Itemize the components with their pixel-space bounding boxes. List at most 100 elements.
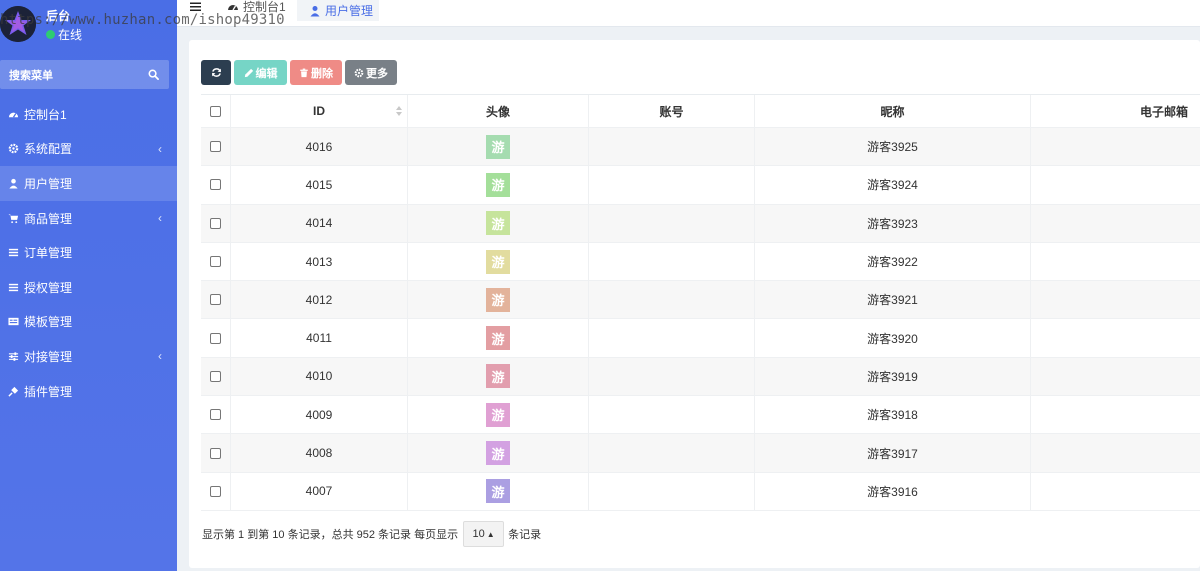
row-select-cell bbox=[201, 204, 231, 242]
sort-icon[interactable] bbox=[395, 105, 403, 117]
table-row[interactable]: 4012 游 游客3921 bbox=[201, 281, 1200, 320]
search-icon[interactable] bbox=[148, 69, 159, 80]
plug-icon bbox=[7, 385, 19, 397]
row-checkbox[interactable] bbox=[210, 332, 221, 344]
refresh-icon bbox=[211, 68, 221, 77]
table-row[interactable]: 4008 游 游客3917 bbox=[201, 434, 1200, 473]
cell-account bbox=[589, 396, 755, 434]
cell-nickname: 游客3920 bbox=[755, 319, 1031, 357]
avatar: 游 bbox=[486, 249, 510, 274]
chevron-left-icon: ‹ bbox=[158, 349, 162, 364]
row-checkbox[interactable] bbox=[210, 141, 221, 153]
sidebar-item-label: 订单管理 bbox=[24, 246, 73, 261]
select-all-checkbox[interactable] bbox=[210, 105, 221, 117]
chevron-left-icon: ‹ bbox=[158, 141, 162, 156]
cell-email bbox=[1031, 396, 1200, 433]
table-row[interactable]: 4010 游 游客3919 bbox=[201, 357, 1200, 397]
sidebar-item-templates[interactable]: 模板管理 bbox=[0, 305, 177, 340]
row-checkbox[interactable] bbox=[210, 179, 221, 191]
row-checkbox[interactable] bbox=[210, 370, 221, 382]
avatar: 游 bbox=[486, 172, 510, 197]
chevron-left-icon: ‹ bbox=[158, 211, 162, 226]
sidebar-item-plugins[interactable]: 插件管理 bbox=[0, 374, 177, 409]
select-all-cell bbox=[201, 95, 231, 127]
sidebar-item-system-config[interactable]: 系统配置 ‹ bbox=[0, 132, 177, 167]
cell-id: 4012 bbox=[231, 281, 408, 319]
column-header-account: 账号 bbox=[589, 95, 755, 127]
cell-nickname: 游客3917 bbox=[755, 434, 1031, 472]
sidebar-item-products[interactable]: 商品管理 ‹ bbox=[0, 201, 177, 236]
tab-label: 用户管理 bbox=[325, 4, 374, 18]
row-checkbox[interactable] bbox=[210, 485, 221, 497]
sidebar-item-authorization[interactable]: 授权管理 bbox=[0, 270, 177, 305]
cell-nickname: 游客3922 bbox=[755, 242, 1031, 281]
row-checkbox[interactable] bbox=[210, 447, 221, 459]
gear-icon bbox=[7, 143, 19, 155]
row-select-cell bbox=[201, 357, 231, 396]
sidebar-item-user-management[interactable]: 用户管理 bbox=[0, 166, 177, 201]
online-dot-icon bbox=[46, 30, 55, 39]
more-button[interactable]: 更多 bbox=[345, 60, 397, 85]
user-table: ID 头像 账号 昵称 电子邮箱 4016 游游客3925 4015 游游客3924 4… bbox=[201, 94, 1200, 511]
sidebar-item-dashboard[interactable]: 控制台1 bbox=[0, 97, 177, 132]
pencil-icon bbox=[244, 68, 253, 77]
cell-nickname: 游客3923 bbox=[755, 204, 1031, 242]
avatar: 游 bbox=[486, 479, 510, 504]
sidebar-item-label: 插件管理 bbox=[24, 384, 73, 399]
column-header-nickname: 昵称 bbox=[755, 95, 1031, 127]
column-header-id[interactable]: ID bbox=[231, 95, 408, 127]
table-row[interactable]: 4014 游 游客3923 bbox=[201, 204, 1200, 243]
avatar: 游 bbox=[486, 441, 510, 466]
avatar: 游 bbox=[486, 287, 510, 312]
sidebar-item-label: 模板管理 bbox=[24, 315, 73, 330]
cell-email bbox=[1031, 319, 1200, 356]
table-header-row: ID 头像 账号 昵称 电子邮箱 bbox=[201, 95, 1200, 128]
edit-button[interactable]: 编辑 bbox=[234, 60, 287, 85]
cell-nickname: 游客3921 bbox=[755, 281, 1031, 319]
table-row[interactable]: 4011 游 游客3920 bbox=[201, 319, 1200, 358]
refresh-button[interactable] bbox=[201, 60, 231, 85]
table-row[interactable]: 4007 游 游客3916 bbox=[201, 472, 1200, 511]
sidebar-search[interactable]: 搜索菜单 bbox=[0, 60, 169, 89]
cell-email bbox=[1031, 205, 1200, 242]
cell-email bbox=[1031, 166, 1200, 203]
cell-id: 4011 bbox=[231, 319, 408, 357]
cell-id: 4014 bbox=[231, 204, 408, 242]
page-size-select[interactable]: 10 ▲ bbox=[463, 521, 505, 547]
pagination-suffix: 条记录 bbox=[508, 529, 542, 541]
sidebar-search-label: 搜索菜单 bbox=[9, 69, 53, 82]
avatar: 游 bbox=[486, 402, 510, 427]
row-checkbox[interactable] bbox=[210, 294, 221, 306]
sidebar-item-label: 系统配置 bbox=[24, 142, 73, 157]
row-select-cell bbox=[201, 472, 231, 510]
avatar: 游 bbox=[486, 326, 510, 351]
row-select-cell bbox=[201, 434, 231, 472]
cell-account bbox=[589, 472, 755, 510]
cell-email bbox=[1031, 473, 1200, 510]
delete-button[interactable]: 删除 bbox=[290, 60, 342, 85]
cell-account bbox=[589, 434, 755, 472]
sidebar-item-orders[interactable]: 订单管理 bbox=[0, 235, 177, 270]
delete-button-label: 删除 bbox=[311, 67, 333, 80]
cell-avatar: 游 bbox=[408, 472, 589, 510]
sidebar-item-integration[interactable]: 对接管理 ‹ bbox=[0, 339, 177, 374]
cell-id: 4007 bbox=[231, 472, 408, 510]
cell-id: 4013 bbox=[231, 242, 408, 281]
row-checkbox[interactable] bbox=[210, 217, 221, 229]
table-row[interactable]: 4015 游 游客3924 bbox=[201, 166, 1200, 205]
cell-account bbox=[589, 128, 755, 166]
table-body: 4016 游游客3925 4015 游游客3924 4014 游游客3923 4013 游游客… bbox=[201, 128, 1200, 511]
row-checkbox[interactable] bbox=[210, 409, 221, 421]
row-checkbox[interactable] bbox=[210, 256, 221, 268]
sidebar-item-label: 控制台1 bbox=[24, 107, 67, 122]
cell-nickname: 游客3919 bbox=[755, 357, 1031, 396]
table-row[interactable]: 4016 游 游客3925 bbox=[201, 128, 1200, 167]
cell-nickname: 游客3925 bbox=[755, 128, 1031, 166]
page-size-value: 10 bbox=[472, 528, 485, 540]
table-row[interactable]: 4009 游 游客3918 bbox=[201, 396, 1200, 435]
cell-avatar: 游 bbox=[408, 357, 589, 396]
table-row[interactable]: 4013 游 游客3922 bbox=[201, 242, 1200, 282]
tab-user-management[interactable]: 用户管理 bbox=[297, 0, 379, 21]
cell-account bbox=[589, 357, 755, 396]
top-bar: 控制台1 用户管理 bbox=[177, 0, 1200, 27]
